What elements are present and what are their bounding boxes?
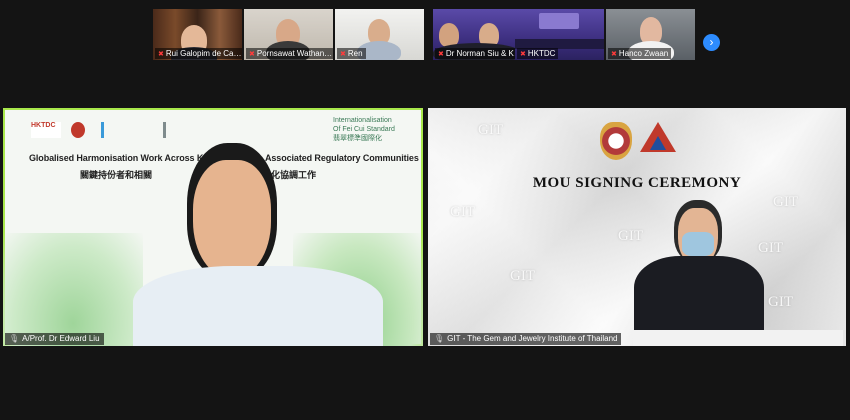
participant-strip: ✖Rui Galopim de Carval... ✖Pornsawat Wat… — [0, 9, 850, 61]
muted-mic-icon: ✖ — [340, 51, 346, 58]
partner-logo — [163, 122, 206, 138]
speaker-name-label: 🎙 A/Prof. Dr Edward Liu — [5, 333, 104, 345]
git-watermark: GIT — [478, 122, 503, 138]
chevron-right-icon: › — [709, 35, 714, 49]
git-watermark: GIT — [758, 240, 783, 256]
participant-thumbnail[interactable]: ✖ Hanco Zwaan — [606, 9, 695, 60]
face-mask — [682, 232, 714, 256]
signing-table — [633, 330, 843, 346]
institute-logo — [101, 122, 152, 138]
git-watermark: GIT — [450, 204, 475, 220]
banner-subtitle-left: 關鍵持份者和相關 — [80, 170, 153, 180]
university-logo — [71, 122, 85, 138]
participant-thumbnail[interactable]: ✖ Pornsawat Wathanakul — [244, 9, 333, 60]
participant-name: ✖ Ren — [337, 48, 366, 59]
participant-thumbnail[interactable]: ✖ HKTDC — [515, 9, 604, 60]
muted-mic-icon: ✖ — [611, 51, 617, 58]
presenter-video[interactable]: GIT GIT GIT GIT GIT GIT GIT MOU SIGNING … — [428, 108, 846, 346]
git-watermark: GIT — [510, 268, 535, 284]
muted-mic-icon: ✖ — [520, 51, 526, 58]
git-watermark: GIT — [773, 194, 798, 210]
participant-name: ✖ Pornsawat Wathanakul — [246, 48, 333, 59]
hktdc-logo: HKTDC — [31, 122, 61, 138]
next-page-button[interactable]: › — [703, 34, 720, 51]
active-speaker-video[interactable]: HKTDC Internationalisation Of Fei Cui St… — [3, 108, 423, 346]
speaker-shirt — [133, 266, 383, 346]
muted-mic-icon: ✖ — [249, 51, 255, 58]
participant-video — [539, 13, 579, 29]
participant-thumbnail[interactable]: ✖ Ren — [335, 9, 424, 60]
muted-mic-icon: ✖ — [158, 51, 164, 58]
participant-name: ✖Dr Norman Siu & Kent... — [435, 48, 522, 59]
mic-icon: 🎙 — [9, 334, 20, 343]
banner-subtitle-right: 化協調工作 — [271, 170, 317, 180]
ceremony-title: MOU SIGNING CEREMONY — [532, 175, 742, 191]
presenter-name-label: 🎙 GIT - The Gem and Jewelry Institute of … — [430, 333, 622, 345]
participant-name: ✖ Hanco Zwaan — [608, 48, 672, 59]
speaker-face — [193, 160, 271, 278]
university-crest-logo — [600, 122, 632, 160]
fei-cui-standard-logo: Internationalisation Of Fei Cui Standard… — [333, 117, 395, 142]
mic-icon: 🎙 — [434, 334, 445, 343]
participant-thumbnail[interactable]: ✖Dr Norman Siu & Kent... — [433, 9, 522, 60]
git-logo-inner — [650, 136, 666, 150]
git-watermark: GIT — [768, 294, 793, 310]
backdrop-decoration — [3, 233, 143, 346]
muted-mic-icon: ✖ — [438, 51, 444, 58]
participant-thumbnail[interactable]: ✖Rui Galopim de Carval... — [153, 9, 242, 60]
banner-title-left: Globalised Harmonisation Work Across K — [29, 153, 204, 163]
participant-name: ✖ HKTDC — [517, 48, 559, 59]
git-watermark: GIT — [618, 228, 643, 244]
participant-name: ✖Rui Galopim de Carval... — [155, 48, 242, 59]
banner-title-right: Associated Regulatory Communities — [265, 153, 419, 163]
